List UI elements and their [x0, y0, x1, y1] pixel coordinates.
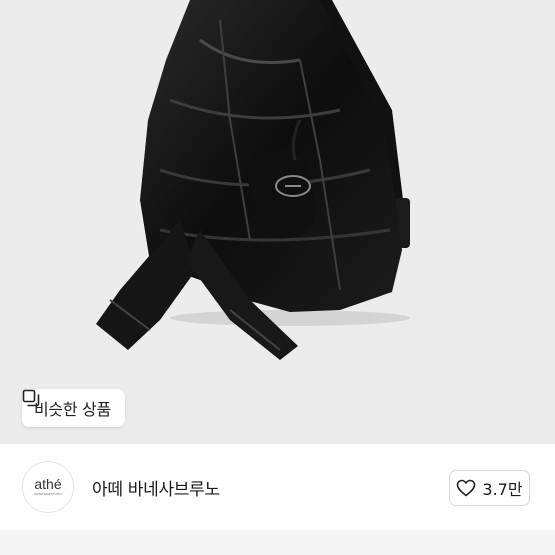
brand-logo-subtext: vanessabruno [34, 491, 62, 496]
brand-logo[interactable]: athé vanessabruno [22, 461, 74, 513]
heart-icon [457, 479, 476, 497]
similar-items-icon [22, 389, 40, 407]
bag-illustration [96, 0, 410, 360]
like-count: 3.7만 [482, 480, 523, 499]
brand-row: athé vanessabruno 아떼 바네사브루노 3.7만 [0, 444, 555, 530]
like-button[interactable]: 3.7만 [449, 470, 530, 506]
brand-name[interactable]: 아떼 바네사브루노 [92, 475, 220, 500]
brand-logo-text: athé [34, 476, 62, 492]
similar-items-button[interactable]: 비슷한 상품 [22, 389, 125, 427]
product-image[interactable]: 비슷한 상품 [0, 0, 555, 444]
similar-items-label: 비슷한 상품 [34, 400, 111, 419]
section-divider [0, 530, 555, 555]
